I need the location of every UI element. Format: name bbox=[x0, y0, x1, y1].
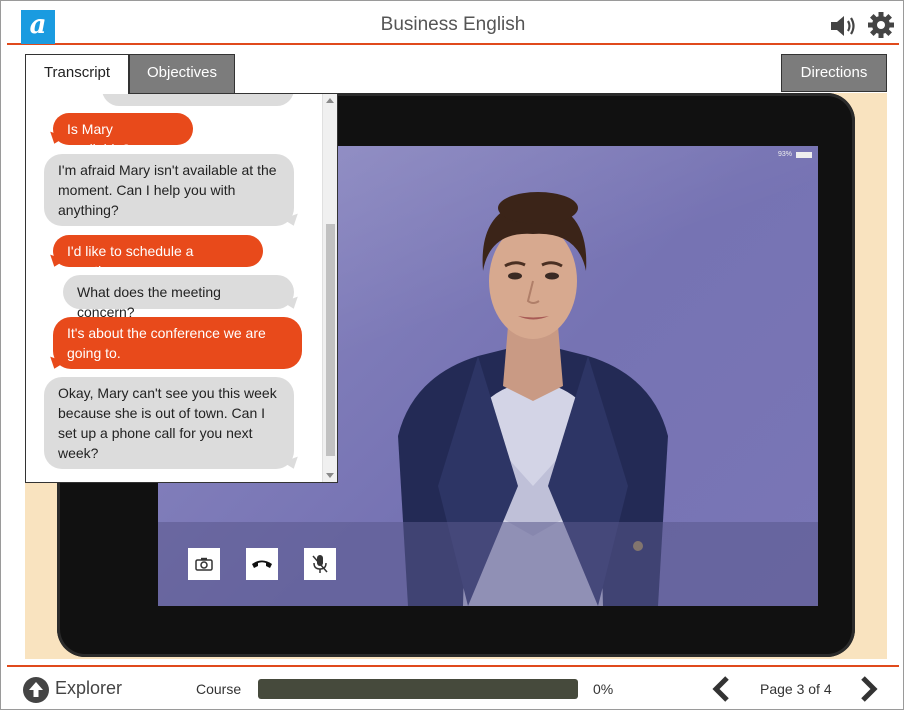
transcript-messages: Is Mary available? I'm afraid Mary isn't… bbox=[26, 94, 322, 482]
transcript-message-bot: Okay, Mary can't see you this week becau… bbox=[44, 377, 294, 469]
call-controls bbox=[158, 522, 818, 606]
transcript-message-bot bbox=[102, 94, 294, 106]
directions-button[interactable]: Directions bbox=[781, 54, 887, 92]
transcript-panel[interactable]: Is Mary available? I'm afraid Mary isn't… bbox=[25, 93, 338, 483]
page-indicator: Page 3 of 4 bbox=[760, 681, 832, 697]
hang-up-button[interactable] bbox=[246, 548, 278, 580]
header: a Business English bbox=[7, 5, 899, 45]
microphone-mute-icon bbox=[312, 555, 328, 573]
transcript-message-user: Is Mary available? bbox=[53, 113, 193, 157]
scroll-up-icon[interactable] bbox=[326, 98, 334, 103]
explorer-button[interactable]: Explorer bbox=[55, 678, 122, 699]
course-progress-bar bbox=[258, 679, 578, 699]
battery-icon bbox=[796, 152, 812, 158]
scroll-down-icon[interactable] bbox=[326, 473, 334, 478]
transcript-message-user: It's about the conference we are going t… bbox=[53, 317, 302, 369]
transcript-message-bot: What does the meeting concern? bbox=[63, 275, 294, 320]
transcript-message-user: I'd like to schedule a meeting. bbox=[53, 235, 263, 279]
gear-icon[interactable] bbox=[867, 11, 895, 39]
progress-percent: 0% bbox=[593, 681, 614, 697]
app-window: a Business English 93% Transcript Object… bbox=[0, 0, 904, 710]
chevron-left-icon[interactable] bbox=[709, 675, 733, 703]
tab-transcript[interactable]: Transcript bbox=[25, 54, 129, 94]
tab-objectives[interactable]: Objectives bbox=[129, 54, 235, 94]
transcript-message-bot: I'm afraid Mary isn't available at the m… bbox=[44, 154, 294, 226]
speaker-icon[interactable] bbox=[829, 13, 859, 39]
chevron-right-icon[interactable] bbox=[857, 675, 881, 703]
mute-button[interactable] bbox=[304, 548, 336, 580]
footer: Explorer Course 0% Page 3 of 4 bbox=[7, 665, 899, 707]
phone-hangup-icon bbox=[252, 560, 272, 568]
transcript-scrollbar[interactable] bbox=[322, 94, 337, 482]
camera-icon bbox=[195, 557, 213, 571]
scroll-thumb[interactable] bbox=[326, 224, 335, 456]
camera-button[interactable] bbox=[188, 548, 220, 580]
course-label: Course bbox=[196, 681, 242, 697]
page-title: Business English bbox=[380, 14, 526, 35]
battery-level: 93% bbox=[777, 151, 792, 158]
arrow-up-circle-icon[interactable] bbox=[23, 677, 49, 703]
